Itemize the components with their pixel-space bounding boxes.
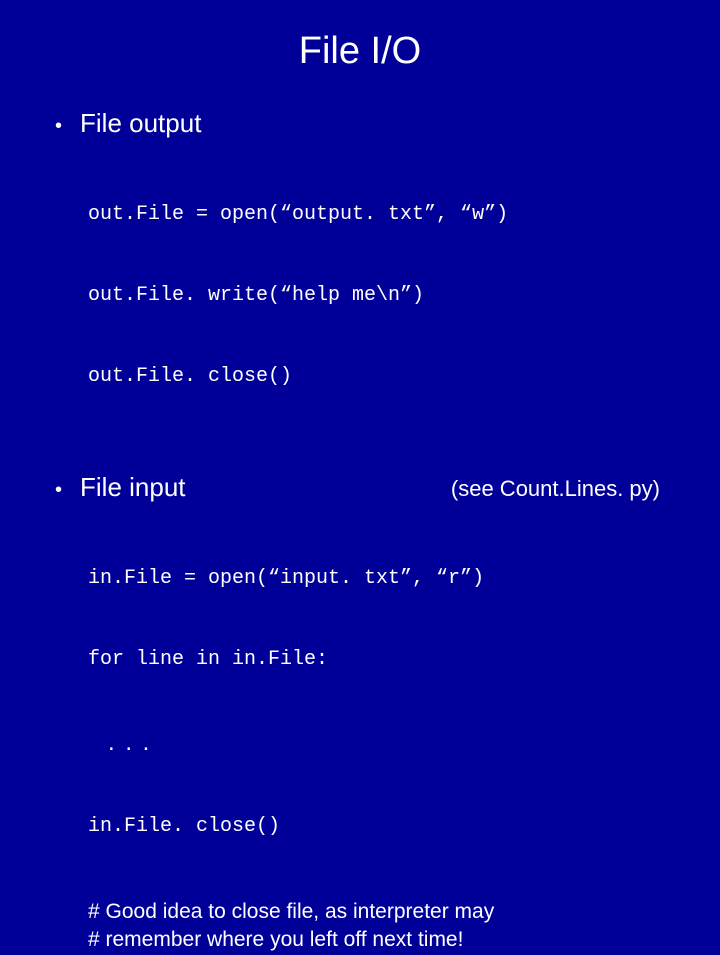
bullet-dot-icon: • [55,477,62,503]
code-block-input-close: in.File. close() [88,759,670,894]
bullet-input-label: File input [80,472,186,503]
code-ellipsis: . . . [108,729,670,757]
code-block-input: in.File = open(“input. txt”, “r”) for li… [88,511,670,727]
code-line: out.File = open(“output. txt”, “w”) [88,201,670,228]
slide-container: File I/O • File output out.File = open(“… [0,0,720,955]
code-line: for line in in.File: [88,646,670,673]
comment-line: # Good idea to close file, as interprete… [88,898,670,926]
code-block-output: out.File = open(“output. txt”, “w”) out.… [88,147,670,444]
bullet-output-label: File output [80,108,201,139]
bullet-file-input: • File input (see Count.Lines. py) [50,472,670,503]
aside-see-countlines: (see Count.Lines. py) [451,476,670,502]
code-line: in.File = open(“input. txt”, “r”) [88,565,670,592]
page-title: File I/O [50,30,670,73]
code-line: out.File. write(“help me\n”) [88,282,670,309]
code-line: out.File. close() [88,363,670,390]
code-line: in.File. close() [88,813,670,840]
bullet-file-output: • File output [50,108,670,139]
comment-line: # remember where you left off next time! [88,926,670,954]
bullet-dot-icon: • [55,113,62,139]
